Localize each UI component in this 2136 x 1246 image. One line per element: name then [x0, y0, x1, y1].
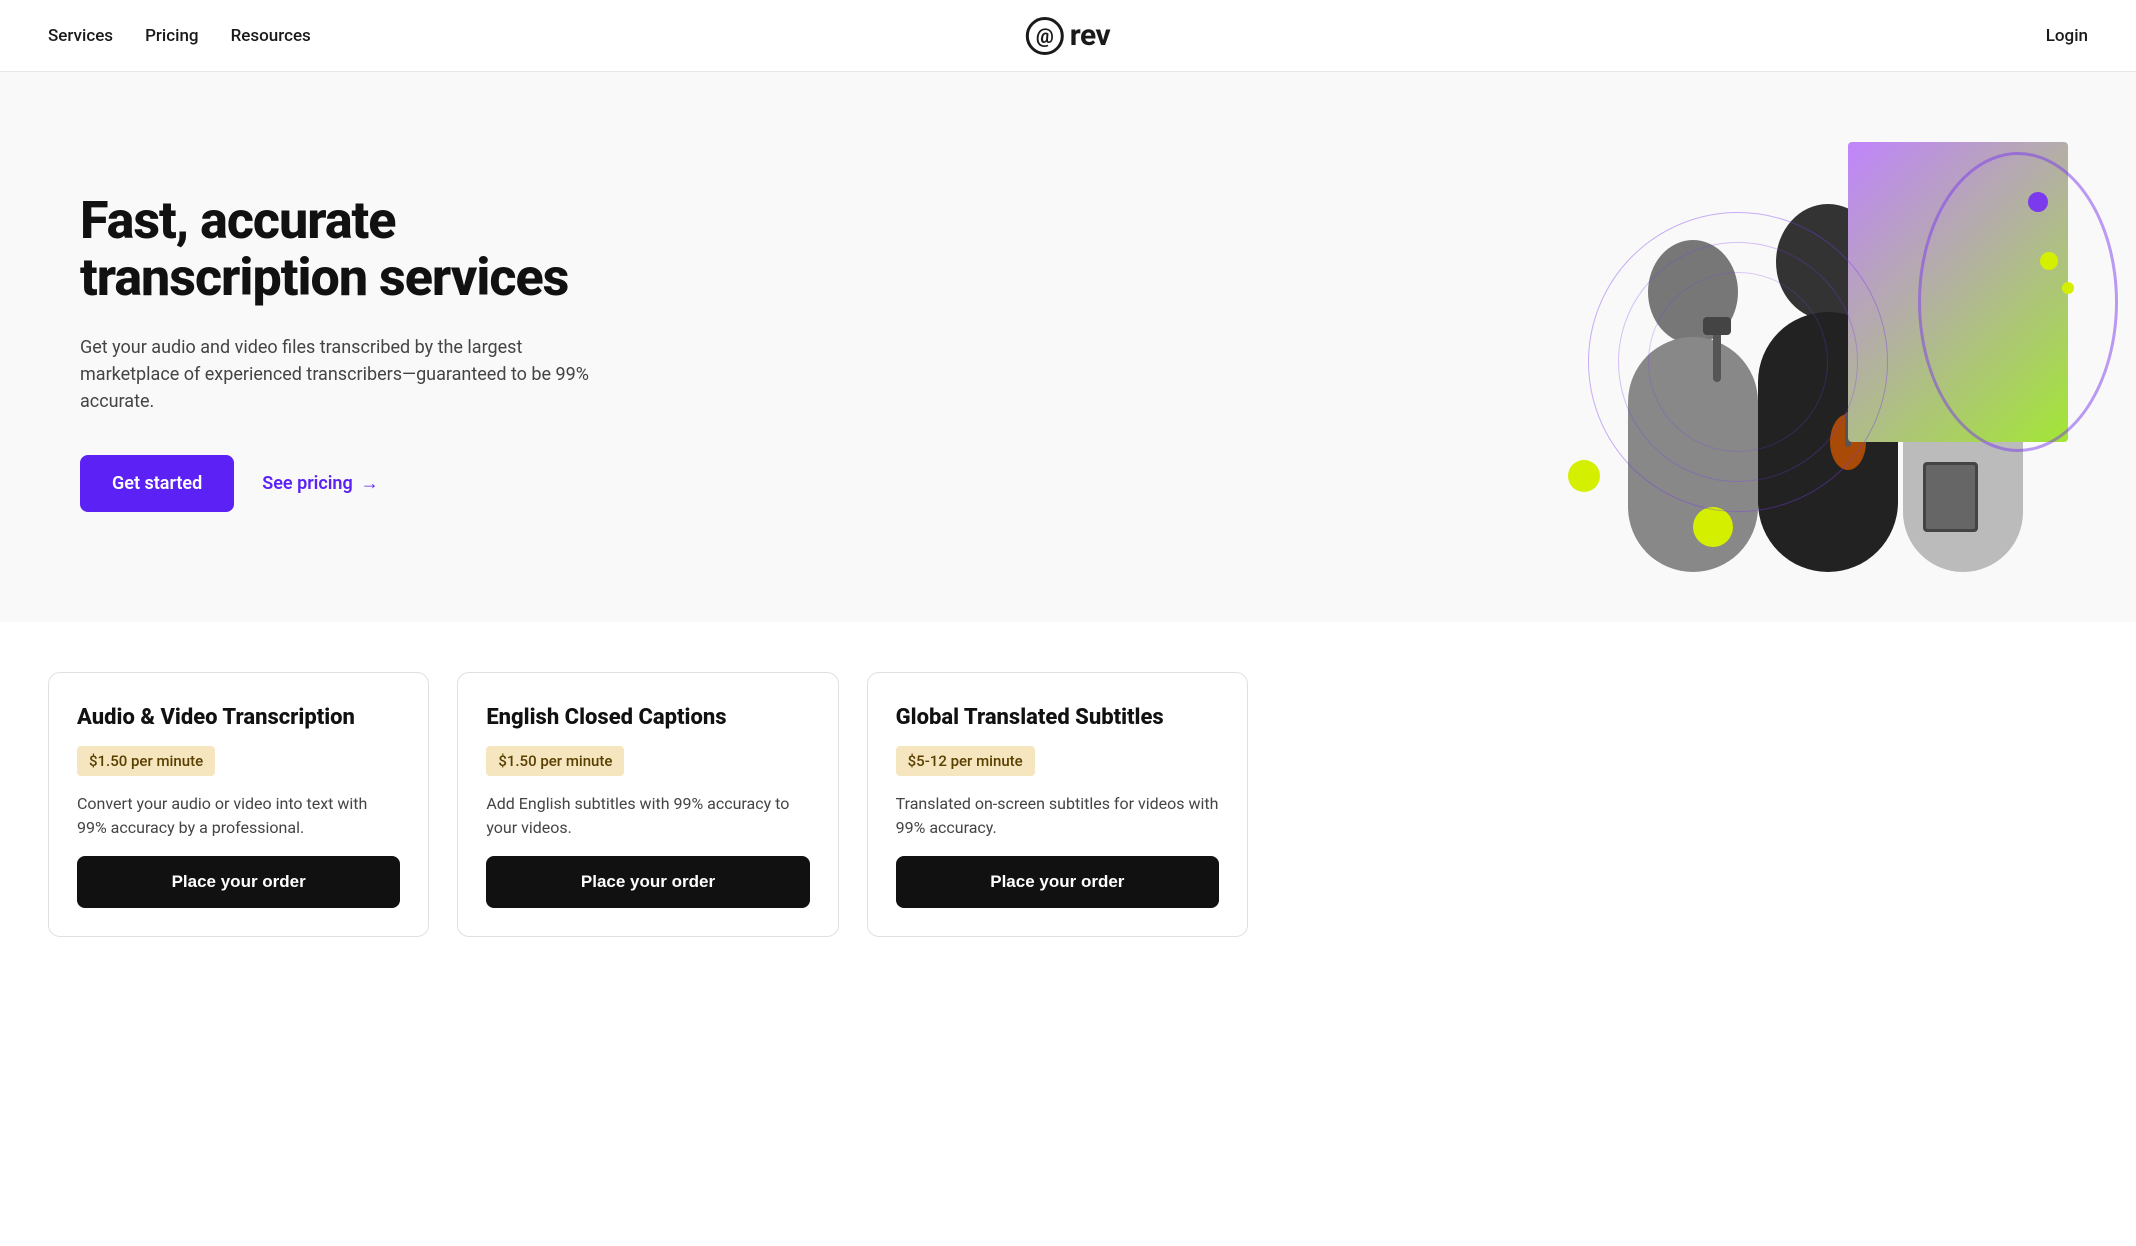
service-price-3: $5-12 per minute [896, 746, 1035, 776]
nav-left: Services Pricing Resources [48, 26, 311, 46]
nav-right: Login [2046, 26, 2088, 46]
dot-yellow-large [1568, 460, 1600, 492]
service-price-1: $1.50 per minute [77, 746, 215, 776]
logo-brand-text: rev [1070, 18, 1110, 53]
arrow-icon: → [361, 473, 379, 494]
dot-purple [2028, 192, 2048, 212]
hero-actions: Get started See pricing → [80, 455, 680, 512]
hero-title: Fast, accurate transcription services [80, 192, 680, 306]
service-desc-2: Add English subtitles with 99% accuracy … [486, 792, 809, 840]
nav-pricing[interactable]: Pricing [145, 26, 199, 46]
see-pricing-text: See pricing [262, 473, 352, 494]
service-title-1: Audio & Video Transcription [77, 705, 400, 730]
service-card-captions: English Closed Captions $1.50 per minute… [457, 672, 838, 937]
dot-yellow-small-2 [2062, 282, 2074, 294]
service-card-transcription: Audio & Video Transcription $1.50 per mi… [48, 672, 429, 937]
service-title-3: Global Translated Subtitles [896, 705, 1219, 730]
foreground-dot-yellow [1693, 507, 1733, 547]
header: Services Pricing Resources @ rev Login [0, 0, 2136, 72]
get-started-button[interactable]: Get started [80, 455, 234, 512]
hero-section: Fast, accurate transcription services Ge… [0, 72, 2136, 622]
place-order-button-3[interactable]: Place your order [896, 856, 1219, 908]
hero-content: Fast, accurate transcription services Ge… [80, 192, 680, 512]
place-order-button-1[interactable]: Place your order [77, 856, 400, 908]
services-grid: Audio & Video Transcription $1.50 per mi… [48, 672, 1248, 937]
login-link[interactable]: Login [2046, 26, 2088, 46]
nav-services[interactable]: Services [48, 26, 113, 46]
service-card-subtitles: Global Translated Subtitles $5-12 per mi… [867, 672, 1248, 937]
place-order-button-2[interactable]: Place your order [486, 856, 809, 908]
nav-resources[interactable]: Resources [231, 26, 311, 46]
hero-subtitle: Get your audio and video files transcrib… [80, 334, 600, 415]
hero-arc-3 [1648, 272, 1828, 452]
see-pricing-link[interactable]: See pricing → [262, 473, 378, 494]
service-title-2: English Closed Captions [486, 705, 809, 730]
service-desc-3: Translated on-screen subtitles for video… [896, 792, 1219, 840]
hero-arc-right [1918, 152, 2118, 452]
logo[interactable]: @ rev [1026, 17, 1110, 55]
dot-yellow-small-1 [2040, 252, 2058, 270]
logo-at-symbol: @ [1026, 17, 1064, 55]
service-price-2: $1.50 per minute [486, 746, 624, 776]
services-section: Audio & Video Transcription $1.50 per mi… [0, 622, 2136, 987]
hero-visual [1508, 132, 2088, 572]
service-desc-1: Convert your audio or video into text wi… [77, 792, 400, 840]
